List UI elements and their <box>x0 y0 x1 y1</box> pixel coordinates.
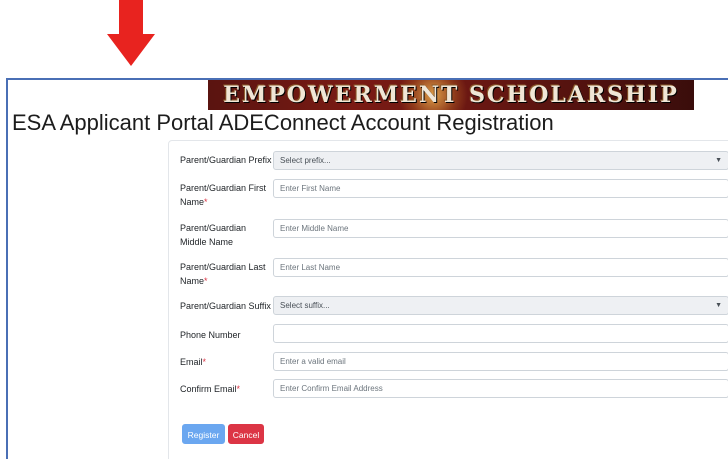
email-input[interactable]: Enter a valid email <box>273 352 728 371</box>
prefix-label: Parent/Guardian Prefix <box>180 155 272 165</box>
chevron-down-icon: ▼ <box>715 302 722 309</box>
email-label: Email* <box>180 357 207 367</box>
last-name-input[interactable]: Enter Last Name <box>273 258 728 277</box>
required-asterisk: * <box>204 276 208 286</box>
required-asterisk: * <box>204 197 208 207</box>
cancel-button[interactable]: Cancel <box>228 424 264 444</box>
required-asterisk: * <box>202 357 207 367</box>
first-name-label: Parent/Guardian First Name* <box>180 183 267 207</box>
annotation-arrow-icon <box>107 0 155 66</box>
page-title: ESA Applicant Portal ADEConnect Account … <box>12 110 554 135</box>
arrow-head <box>107 34 155 66</box>
prefix-select[interactable]: Select prefix... ▼ <box>273 151 728 170</box>
registration-form: Parent/Guardian Prefix Select prefix... … <box>168 140 728 459</box>
phone-label: Phone Number <box>180 330 241 340</box>
confirm-email-label: Confirm Email* <box>180 384 241 394</box>
middle-name-input[interactable]: Enter Middle Name <box>273 219 728 238</box>
prefix-select-value: Select prefix... <box>280 156 331 165</box>
phone-input[interactable] <box>273 324 728 343</box>
confirm-email-input[interactable]: Enter Confirm Email Address <box>273 379 728 398</box>
register-button[interactable]: Register <box>182 424 225 444</box>
chevron-down-icon: ▼ <box>715 157 722 164</box>
suffix-select[interactable]: Select suffix... ▼ <box>273 296 728 315</box>
last-name-label: Parent/Guardian Last Name* <box>180 262 266 286</box>
first-name-input[interactable]: Enter First Name <box>273 179 728 198</box>
suffix-select-value: Select suffix... <box>280 301 330 310</box>
banner-logo-text: EMPOWERMENT SCHOLARSHIP <box>223 82 679 108</box>
suffix-label: Parent/Guardian Suffix <box>180 301 271 311</box>
browser-viewport: EMPOWERMENT SCHOLARSHIP ESA Applicant Po… <box>6 78 728 459</box>
middle-name-label: Parent/Guardian Middle Name <box>180 223 247 247</box>
required-asterisk: * <box>236 384 241 394</box>
site-banner: EMPOWERMENT SCHOLARSHIP <box>208 80 694 110</box>
arrow-shaft <box>119 0 143 36</box>
